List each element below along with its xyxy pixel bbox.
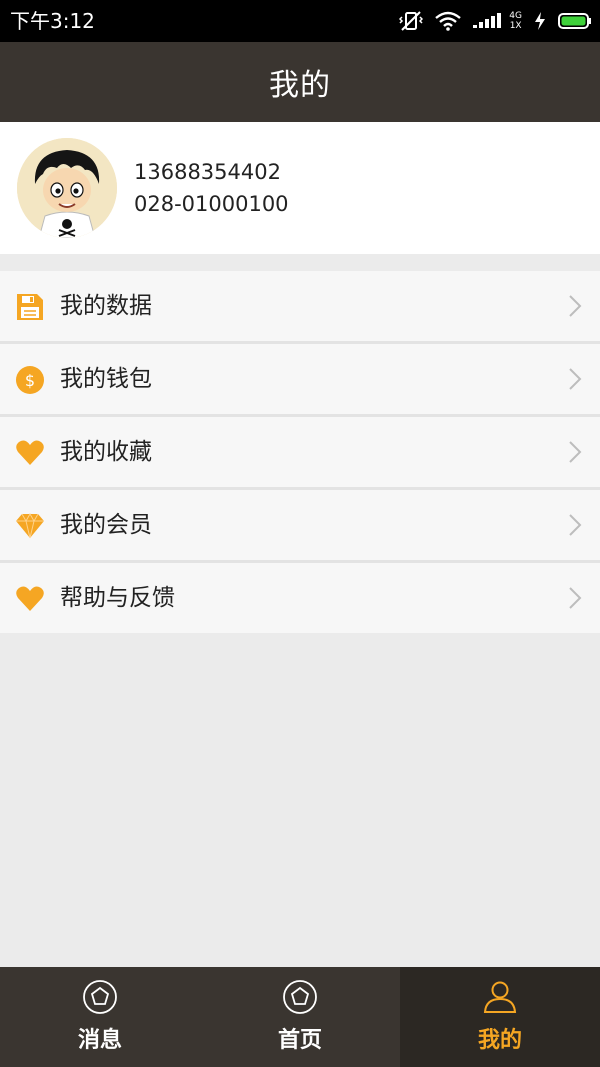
avatar-image — [17, 138, 117, 238]
heart-icon — [16, 586, 44, 611]
page-title: 我的 — [269, 68, 331, 103]
status-icons: 4G 1X — [387, 8, 592, 34]
tab-bar: 消息 首页 我的 — [0, 967, 600, 1067]
pentagon-icon — [283, 980, 317, 1014]
profile-card[interactable]: 13688354402 028-01000100 — [0, 122, 600, 254]
menu-item-my-membership[interactable]: 我的会员 — [0, 490, 600, 563]
network-type: 4G 1X — [509, 11, 522, 31]
wallet-icon: $ — [16, 366, 44, 394]
menu-item-help-feedback[interactable]: 帮助与反馈 — [0, 563, 600, 633]
vibrate-off-icon — [399, 11, 424, 31]
menu-item-label: 我的收藏 — [60, 439, 152, 465]
app-header: 我的 — [0, 42, 600, 122]
chevron-right-icon — [569, 295, 582, 317]
menu-item-my-favorites[interactable]: 我的收藏 — [0, 417, 600, 490]
network-type-bottom: 1X — [509, 21, 522, 31]
menu-item-my-data[interactable]: 我的数据 — [0, 271, 600, 344]
tab-label: 首页 — [277, 1028, 322, 1053]
wifi-icon — [435, 11, 462, 31]
tab-mine[interactable]: 我的 — [400, 967, 600, 1067]
status-time: 下午3:12 — [10, 9, 95, 33]
user-icon — [483, 981, 517, 1013]
data-icon — [17, 294, 43, 320]
chevron-right-icon — [569, 587, 582, 609]
chevron-right-icon — [569, 514, 582, 536]
tab-home[interactable]: 首页 — [200, 967, 400, 1067]
tab-messages[interactable]: 消息 — [0, 967, 200, 1067]
avatar[interactable] — [17, 138, 117, 238]
pentagon-icon — [83, 980, 117, 1014]
chevron-right-icon — [569, 368, 582, 390]
tab-label: 我的 — [477, 1028, 522, 1053]
diamond-icon — [16, 512, 44, 539]
svg-text:$: $ — [25, 371, 35, 390]
status-bar: 下午3:12 4G 1X — [0, 0, 600, 42]
menu-item-label: 我的数据 — [60, 293, 152, 319]
charging-icon — [535, 12, 545, 30]
signal-icon — [473, 13, 502, 28]
tab-label: 消息 — [77, 1028, 122, 1053]
profile-phone: 13688354402 — [134, 160, 281, 184]
menu-list: 我的数据 $ 我的钱包 我的收藏 我的会员 帮助与反馈 — [0, 271, 600, 633]
menu-item-label: 我的钱包 — [60, 366, 152, 392]
menu-item-label: 我的会员 — [60, 512, 152, 538]
menu-item-my-wallet[interactable]: $ 我的钱包 — [0, 344, 600, 417]
network-type-top: 4G — [509, 11, 522, 21]
chevron-right-icon — [569, 441, 582, 463]
heart-icon — [16, 440, 44, 465]
profile-telephone: 028-01000100 — [134, 192, 289, 216]
menu-item-label: 帮助与反馈 — [60, 585, 175, 611]
battery-icon — [558, 13, 591, 29]
